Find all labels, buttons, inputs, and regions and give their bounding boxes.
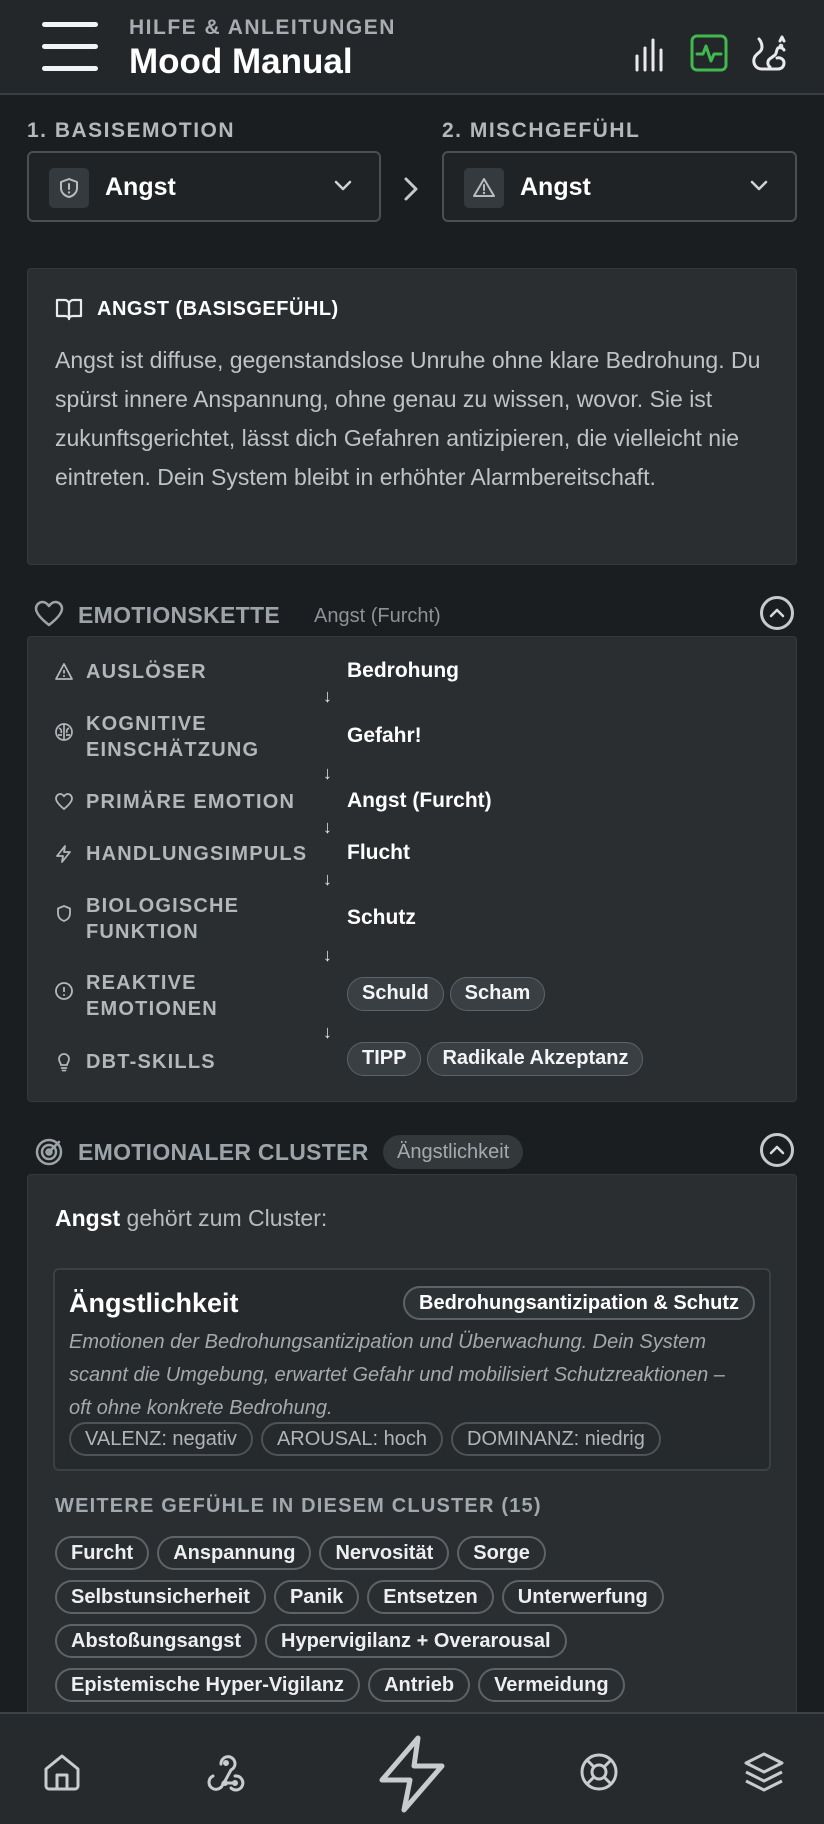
feeling-pill[interactable]: Panik (273, 1580, 360, 1614)
cluster-intro: Angst gehört zum Cluster: (55, 1205, 328, 1231)
lightbulb-icon (58, 1053, 70, 1072)
chain-value-appraisal: Gefahr! (347, 724, 422, 747)
shield-icon (57, 905, 71, 922)
layers-icon[interactable] (742, 1750, 786, 1794)
feeling-pill[interactable]: Anspannung (157, 1536, 312, 1570)
squirrel-icon[interactable] (750, 33, 788, 71)
cluster-title: EMOTIONALER CLUSTER (78, 1139, 369, 1165)
more-feelings-list: Furcht Anspannung Nervosität Sorge Selbstun… (55, 1536, 775, 1712)
warning-triangle-icon (55, 663, 73, 680)
cluster-header[interactable]: EMOTIONALER CLUSTER Ängstlichkeit (34, 1133, 794, 1173)
definition-text: Angst ist diffuse, gegenstandslose Unruh… (55, 347, 761, 490)
reactive-emotion-pill[interactable]: Schuld (347, 977, 444, 1011)
reactive-emotion-pill[interactable]: Scham (449, 977, 546, 1011)
alert-circle-icon (55, 982, 73, 1000)
page-title: Mood Manual (129, 42, 353, 81)
base-emotion-value: Angst (105, 173, 176, 201)
cluster-name: Ängstlichkeit (69, 1288, 239, 1318)
emotion-chain-header[interactable]: EMOTIONSKETTE Angst (Furcht) (34, 596, 794, 636)
chevron-up-icon (769, 1145, 785, 1155)
shield-alert-icon (49, 168, 89, 208)
chain-value-function: Schutz (347, 906, 416, 929)
activity-icon[interactable] (690, 34, 728, 72)
emotion-chain-card: AUSLÖSER Bedrohung ↓ KOGNITIVE EINSCHÄTZ… (27, 636, 797, 1102)
valence-badge: VALENZ: negativ (69, 1422, 253, 1456)
down-arrow: ↓ (323, 1022, 332, 1042)
collapse-chain-button[interactable] (760, 596, 794, 630)
feeling-pill[interactable]: Vermeidung (478, 1668, 625, 1702)
lightning-icon (56, 845, 71, 863)
chain-value-impulse: Flucht (347, 841, 410, 864)
bar-chart-icon[interactable] (630, 36, 668, 74)
down-arrow: ↓ (323, 686, 332, 706)
chain-label-reactive: REAKTIVE EMOTIONEN (86, 972, 218, 1020)
lifebuoy-icon[interactable] (578, 1751, 620, 1793)
header-subtitle: HILFE & ANLEITUNGEN (129, 16, 396, 39)
collapse-cluster-button[interactable] (760, 1133, 794, 1167)
chain-label-skills: DBT-SKILLS (86, 1051, 216, 1073)
cluster-dimensions: VALENZ: negativ AROUSAL: hoch DOMINANZ: ni… (69, 1422, 669, 1456)
menu-icon[interactable] (42, 22, 100, 72)
definition-title: ANGST (BASISGEFÜHL) (97, 297, 339, 320)
home-icon[interactable] (42, 1752, 82, 1792)
feeling-pill[interactable]: Unterwerfung (501, 1580, 664, 1614)
heart-icon (55, 793, 73, 810)
down-arrow: ↓ (323, 817, 332, 837)
arousal-badge: AROUSAL: hoch (260, 1422, 444, 1456)
cluster-badge: Ängstlichkeit (383, 1135, 524, 1169)
emotion-chain-subtitle: Angst (Furcht) (314, 605, 441, 627)
cluster-tag: Bedrohungsantizipation & Schutz (403, 1286, 755, 1320)
chevron-down-icon (334, 180, 352, 191)
cluster-description: Emotionen der Bedrohungsantizipation und… (69, 1331, 725, 1419)
down-arrow: ↓ (323, 945, 332, 965)
feeling-pill[interactable]: Furcht (55, 1536, 150, 1570)
mix-emotion-value: Angst (520, 173, 591, 201)
chain-value-primary: Angst (Furcht) (347, 789, 492, 812)
feeling-pill[interactable]: Antrieb (368, 1668, 471, 1702)
more-feelings-title: WEITERE GEFÜHLE IN DIESEM CLUSTER (15) (55, 1495, 542, 1517)
chain-label-function: BIOLOGISCHE FUNKTION (86, 895, 240, 943)
brain-icon (55, 723, 73, 741)
chevron-down-icon (750, 180, 768, 191)
book-open-icon (55, 298, 83, 321)
target-icon (35, 1138, 63, 1166)
dominance-badge: DOMINANZ: niedrig (451, 1422, 661, 1456)
chain-label-trigger: AUSLÖSER (86, 661, 207, 683)
down-arrow: ↓ (323, 763, 332, 783)
cluster-card: Angst gehört zum Cluster: Ängstlichkeit … (27, 1174, 797, 1712)
chain-value-trigger: Bedrohung (347, 659, 459, 682)
down-arrow: ↓ (323, 869, 332, 889)
feeling-pill[interactable]: Entsetzen (367, 1580, 494, 1614)
feeling-pill[interactable]: Selbstunsicherheit (55, 1580, 266, 1614)
chevron-right-icon (404, 177, 418, 201)
cluster-box: Ängstlichkeit Bedrohungsantizipation & S… (53, 1268, 771, 1471)
definition-card: ANGST (BASISGEFÜHL) Angst ist diffuse, g… (27, 268, 797, 565)
chevron-up-icon (769, 608, 785, 618)
lightning-icon[interactable] (374, 1734, 450, 1814)
feeling-pill[interactable]: Nervosität (319, 1536, 450, 1570)
feeling-pill[interactable]: Sorge (457, 1536, 546, 1570)
feeling-pill[interactable]: Hypervigilanz + Overarousal (265, 1624, 567, 1658)
mix-emotion-label: 2. MISCHGEFÜHL (442, 119, 641, 142)
emotion-chain-title: EMOTIONSKETTE (78, 602, 280, 628)
dbt-skill-pill[interactable]: TIPP (347, 1042, 422, 1076)
dbt-skill-pill[interactable]: Radikale Akzeptanz (427, 1042, 644, 1076)
feeling-pill[interactable]: Epistemische Hyper-Vigilanz (55, 1668, 361, 1702)
mix-emotion-select[interactable]: Angst (442, 151, 797, 222)
feeling-pill[interactable]: Abstoßungsangst (55, 1624, 257, 1658)
webhook-icon[interactable] (204, 1750, 248, 1794)
app-header: HILFE & ANLEITUNGEN Mood Manual (0, 0, 824, 95)
chain-label-appraisal: KOGNITIVE EINSCHÄTZUNG (86, 713, 260, 761)
base-emotion-select[interactable]: Angst (27, 151, 381, 222)
chain-label-primary: PRIMÄRE EMOTION (86, 791, 296, 813)
chain-label-impulse: HANDLUNGSIMPULS (86, 843, 308, 865)
heart-icon (34, 600, 64, 627)
bottom-nav (0, 1712, 824, 1824)
warning-triangle-icon (464, 168, 504, 208)
base-emotion-label: 1. BASISEMOTION (27, 119, 236, 142)
